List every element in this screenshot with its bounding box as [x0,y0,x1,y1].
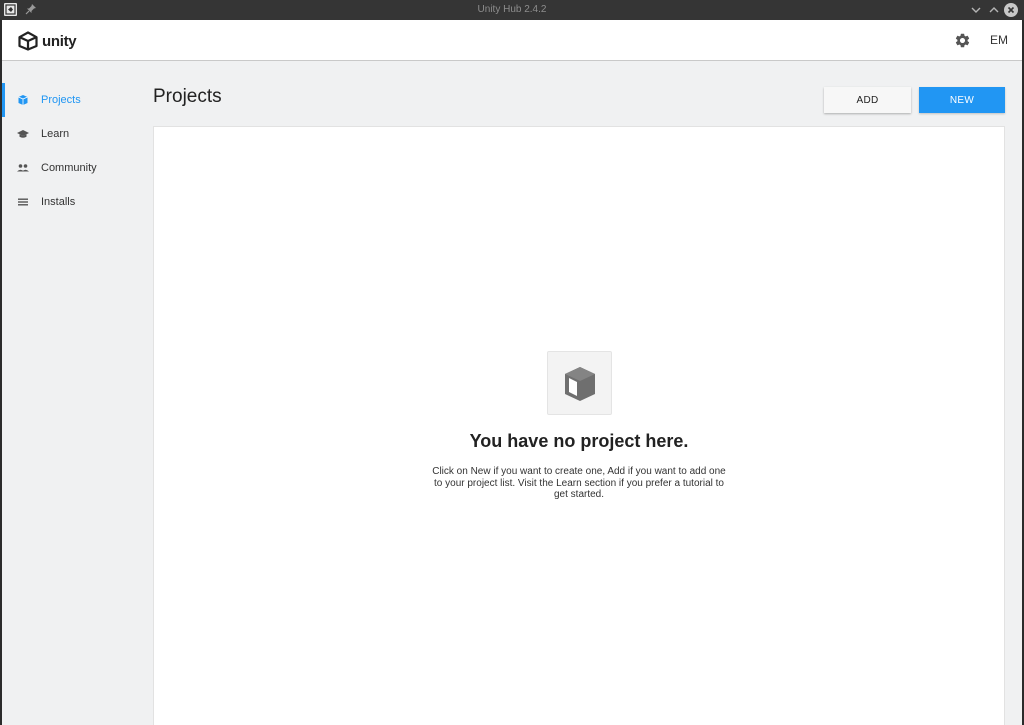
people-icon [16,161,30,175]
add-project-button[interactable]: ADD [824,87,911,113]
cube-icon [16,93,30,107]
unity-logo-icon [18,31,38,51]
chevron-down-icon [971,7,981,13]
chevron-up-icon [989,7,999,13]
sidebar-item-label: Projects [41,94,81,106]
sidebar-item-installs[interactable]: Installs [2,185,138,219]
maximize-button[interactable] [986,2,1002,18]
sidebar: Projects Learn Community Installs [2,62,138,725]
close-icon [1004,3,1018,17]
sidebar-item-label: Learn [41,128,70,140]
empty-state-title: You have no project here. [469,431,689,451]
gear-icon [955,33,970,48]
projects-panel: You have no project here. Click on New i… [153,126,1005,725]
empty-state-description: Click on New if you want to create one, … [432,466,726,500]
empty-state-icon-box [547,351,612,415]
app-header: unity EM [2,20,1022,61]
new-project-button[interactable]: NEW [919,87,1005,113]
window-title: Unity Hub 2.4.2 [477,4,547,15]
window-titlebar: Unity Hub 2.4.2 [0,0,1024,20]
app-window: unity EM Projects Learn Community Instal… [0,20,1024,725]
page-title: Projects [153,86,222,107]
cube-icon [565,367,595,401]
sidebar-item-projects[interactable]: Projects [2,83,138,117]
settings-button[interactable] [954,32,971,49]
list-icon [16,195,30,209]
graduation-cap-icon [16,127,30,141]
unity-logo: unity [17,31,77,51]
sidebar-item-label: Community [41,162,97,174]
minimize-button[interactable] [968,2,984,18]
close-button[interactable] [1003,2,1019,18]
sidebar-item-learn[interactable]: Learn [2,117,138,151]
sidebar-item-community[interactable]: Community [2,151,138,185]
logo-text: unity [42,32,77,50]
user-avatar[interactable]: EM [990,32,1008,48]
sidebar-item-label: Installs [41,196,76,208]
